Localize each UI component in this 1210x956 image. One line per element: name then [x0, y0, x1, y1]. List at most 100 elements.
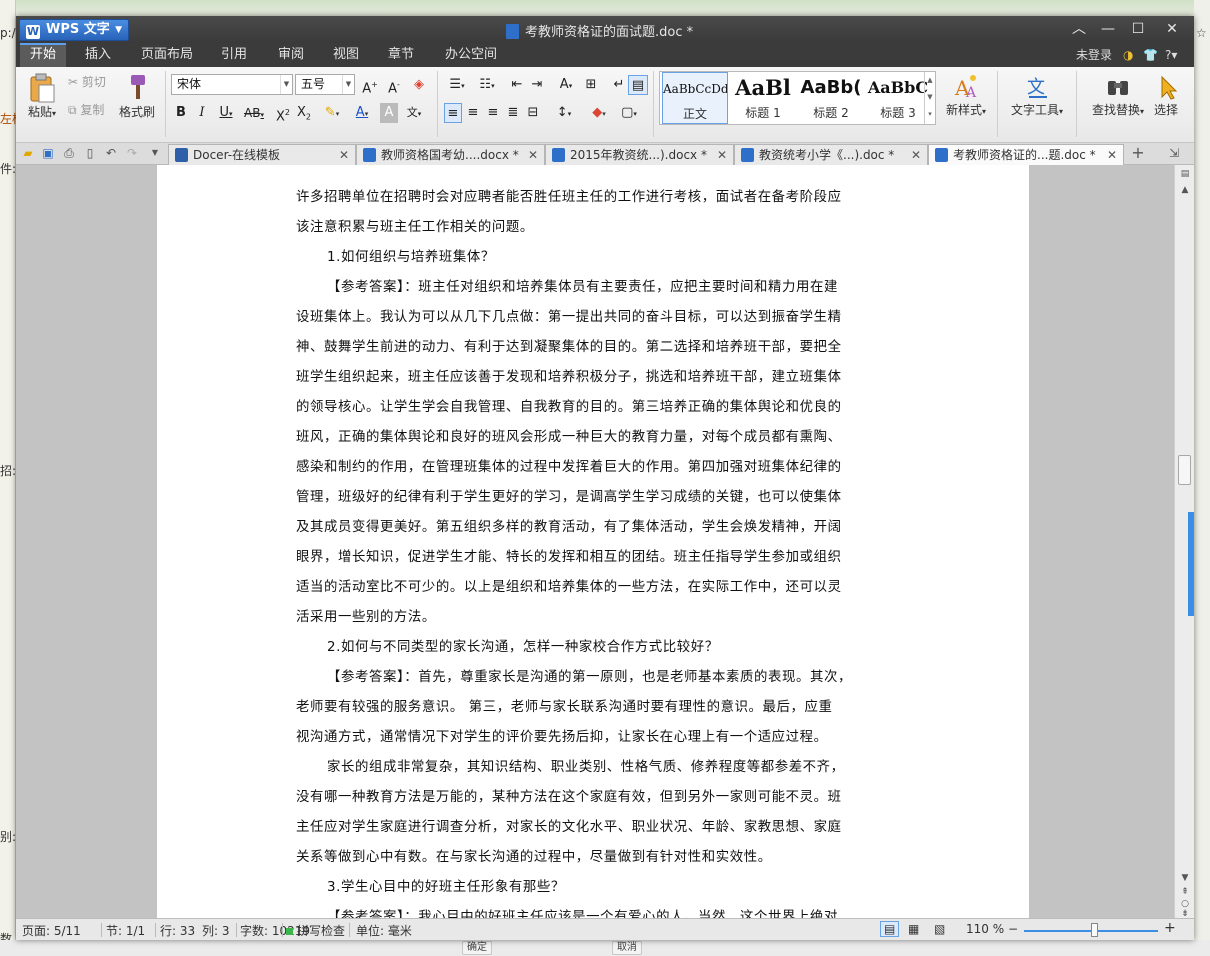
text-direction-icon[interactable]: A▾: [553, 75, 579, 95]
shrink-font-icon[interactable]: A-: [384, 75, 404, 96]
font-color-icon[interactable]: A▾: [349, 103, 375, 123]
prev-page-icon[interactable]: ⇞: [1179, 887, 1191, 897]
format-painter-button[interactable]: 格式刷: [116, 73, 158, 120]
font-size-select[interactable]: 五号 ▼: [295, 74, 355, 95]
superscript-icon[interactable]: X2: [274, 103, 292, 124]
close-icon[interactable]: ✕: [911, 145, 921, 165]
font-name-select[interactable]: 宋体 ▼: [171, 74, 293, 95]
tab-document[interactable]: 教资统考小学《...).doc * ✕: [734, 144, 928, 165]
page-view-icon[interactable]: ▤: [880, 921, 900, 937]
app-menu-button[interactable]: W WPS 文字 ▼: [19, 19, 129, 41]
scroll-up-icon[interactable]: ▲: [1179, 185, 1191, 195]
minimize-button[interactable]: —: [1094, 19, 1122, 39]
tab-review[interactable]: 审阅: [268, 43, 314, 67]
maximize-button[interactable]: ☐: [1124, 19, 1152, 39]
align-left-icon[interactable]: ≡: [444, 103, 462, 123]
tab-page-layout[interactable]: 页面布局: [131, 43, 203, 67]
char-shading-icon[interactable]: A: [380, 103, 398, 123]
strikethrough-icon[interactable]: AB▾: [242, 103, 266, 123]
style-heading-2[interactable]: AaBb( 标题 2: [798, 72, 864, 124]
bold-icon[interactable]: B: [172, 103, 190, 123]
tab-document[interactable]: 2015年教资统...).docx * ✕: [545, 144, 734, 165]
bg-ok-button[interactable]: 确定: [462, 941, 492, 955]
save-icon[interactable]: ▣: [40, 145, 56, 161]
zoom-level[interactable]: 110 %: [966, 922, 1004, 936]
spellcheck-toggle[interactable]: 拼写检查: [286, 922, 345, 939]
tab-home[interactable]: 开始: [20, 43, 67, 67]
close-icon[interactable]: ✕: [528, 145, 538, 165]
web-view-icon[interactable]: ▧: [934, 922, 945, 936]
zoom-out-icon[interactable]: −: [1008, 922, 1018, 936]
tab-office-space[interactable]: 办公空间: [435, 43, 507, 67]
tab-references[interactable]: 引用: [211, 43, 257, 67]
italic-icon[interactable]: I: [193, 103, 211, 123]
tab-insert[interactable]: 插入: [75, 43, 121, 67]
new-style-button[interactable]: AA 新样式▾: [940, 73, 992, 118]
style-heading-3[interactable]: AaBbC 标题 3: [865, 72, 931, 124]
subscript-icon[interactable]: X2: [295, 103, 313, 123]
tab-document-active[interactable]: 考教师资格证的...题.doc * ✕: [928, 144, 1124, 166]
text-tools-button[interactable]: 文 文字工具▾: [1006, 73, 1068, 118]
select-button[interactable]: 选择: [1154, 73, 1194, 118]
justify-icon[interactable]: ≣: [504, 103, 522, 123]
zoom-in-icon[interactable]: +: [1164, 920, 1176, 936]
paste-button[interactable]: 粘贴▾: [22, 73, 62, 120]
zoom-slider-thumb[interactable]: [1091, 923, 1098, 937]
document-page[interactable]: 许多招聘单位在招聘时会对应聘者能否胜任班主任的工作进行考核，面试者在备考阶段应该…: [157, 165, 1029, 918]
help-icon[interactable]: ?▾: [1165, 43, 1177, 67]
scroll-down-icon[interactable]: ▼: [1179, 873, 1191, 883]
align-right-icon[interactable]: ≡: [484, 103, 502, 123]
tab-list-icon[interactable]: ⇲: [1166, 145, 1182, 161]
line-spacing-icon[interactable]: ↕▾: [551, 103, 577, 123]
new-tab-icon[interactable]: +: [1130, 145, 1146, 161]
side-panel-handle[interactable]: [1188, 512, 1194, 616]
outline-view-icon[interactable]: ▦: [908, 922, 919, 936]
tab-chapter[interactable]: 章节: [378, 43, 424, 67]
clear-format-icon[interactable]: ◈: [409, 75, 429, 95]
close-icon[interactable]: ✕: [717, 145, 727, 165]
paragraph-mark-icon[interactable]: ↵: [610, 75, 628, 95]
unit-indicator[interactable]: 单位: 毫米: [356, 922, 412, 939]
page-indicator[interactable]: 页面: 5/11: [22, 922, 81, 939]
open-folder-icon[interactable]: ▰: [20, 145, 36, 161]
copy-button[interactable]: ⧉ 复制: [68, 101, 116, 118]
customize-qa-icon[interactable]: ▼: [147, 145, 163, 161]
highlight-icon[interactable]: ✎▾: [319, 103, 345, 123]
cut-button[interactable]: ✂ 剪切: [68, 73, 116, 90]
tab-docer[interactable]: Docer-在线模板 ✕: [168, 144, 356, 165]
bg-cancel-button[interactable]: 取消: [612, 941, 642, 955]
close-icon[interactable]: ✕: [339, 145, 349, 165]
split-view-icon[interactable]: ▤: [1179, 169, 1191, 179]
collapse-ribbon-button[interactable]: ︿: [1065, 19, 1093, 39]
style-heading-1[interactable]: AaBl 标题 1: [730, 72, 796, 124]
undo-icon[interactable]: ↶: [103, 145, 119, 161]
align-center-icon[interactable]: ≡: [464, 103, 482, 123]
table-grid-icon[interactable]: ⊞: [582, 75, 600, 95]
phonetic-icon[interactable]: 文▾: [402, 103, 426, 123]
tab-view[interactable]: 视图: [323, 43, 369, 67]
styles-scroll[interactable]: ▲ ▼ ▾: [924, 72, 935, 124]
grow-font-icon[interactable]: A+: [360, 75, 380, 96]
decrease-indent-icon[interactable]: ⇤: [508, 75, 526, 95]
skin-icon[interactable]: ◑: [1123, 43, 1133, 67]
print-icon[interactable]: ⎙: [61, 145, 77, 161]
print-preview-icon[interactable]: ▯: [82, 145, 98, 161]
login-status[interactable]: 未登录: [1076, 43, 1112, 67]
borders-icon[interactable]: ▢▾: [616, 103, 642, 123]
find-replace-button[interactable]: 查找替换▾: [1086, 73, 1150, 118]
scroll-thumb[interactable]: [1178, 455, 1191, 485]
underline-icon[interactable]: U▾: [214, 103, 238, 123]
show-marks-icon[interactable]: ▤: [628, 75, 648, 95]
numbering-icon[interactable]: ☷▾: [474, 75, 500, 95]
browse-object-icon[interactable]: ○: [1179, 899, 1191, 909]
shading-icon[interactable]: ◆▾: [586, 103, 612, 123]
shirt-icon[interactable]: 👕: [1143, 43, 1158, 67]
distribute-icon[interactable]: ⊟: [524, 103, 542, 123]
increase-indent-icon[interactable]: ⇥: [528, 75, 546, 95]
redo-icon[interactable]: ↷: [124, 145, 140, 161]
bullets-icon[interactable]: ☰▾: [444, 75, 470, 95]
style-normal[interactable]: AaBbCcDd 正文: [662, 72, 728, 124]
close-icon[interactable]: ✕: [1107, 145, 1117, 165]
tab-document[interactable]: 教师资格国考幼....docx * ✕: [356, 144, 545, 165]
close-button[interactable]: ✕: [1158, 19, 1186, 39]
